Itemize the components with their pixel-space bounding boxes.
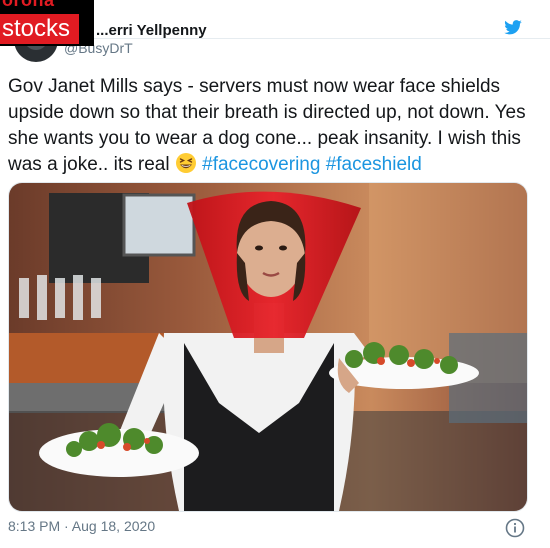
overlay-badge-line2: stocks [0, 14, 79, 44]
server-in-cone-photo [9, 183, 527, 511]
author-display-name[interactable]: ...erri Yellpenny [96, 22, 207, 39]
hashtag-facecovering[interactable]: #facecovering [202, 154, 320, 175]
news-overlay-badge: orona stocks [0, 0, 94, 46]
tweet-timestamp[interactable]: 8:13 PM · Aug 18, 2020 [8, 518, 155, 534]
info-icon[interactable] [505, 518, 525, 538]
tweet-text: Gov Janet Mills says - servers must now … [8, 74, 538, 178]
twitter-bird-icon[interactable] [502, 20, 524, 36]
grinning-squinting-face-icon [175, 153, 196, 173]
tweet-media-photo[interactable] [8, 182, 528, 512]
overlay-badge-line1: orona [2, 0, 55, 10]
hashtag-faceshield[interactable]: #faceshield [326, 154, 422, 175]
